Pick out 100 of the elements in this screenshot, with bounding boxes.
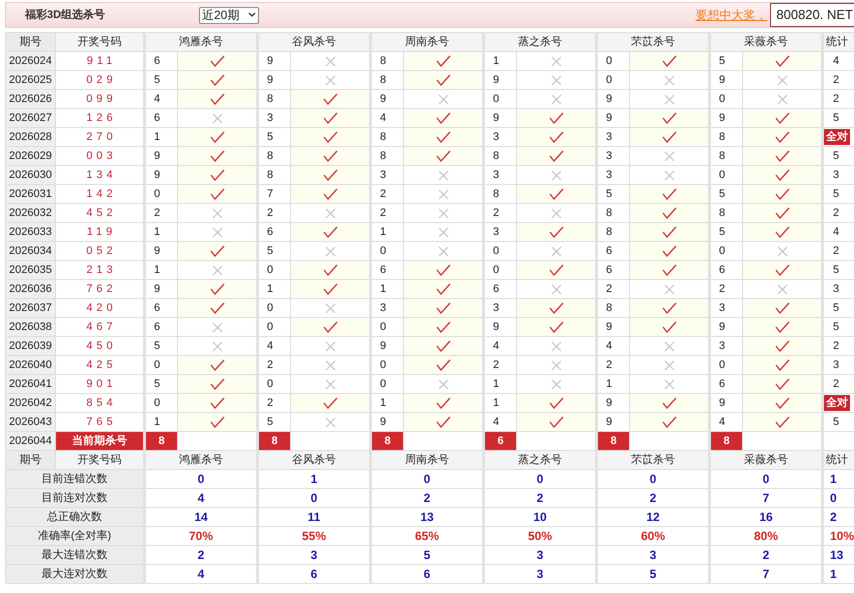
period-cell: 2026030 xyxy=(6,166,56,184)
stat-value: 2 xyxy=(710,546,822,564)
current-kill-number: 8 xyxy=(710,432,742,450)
stat-value: 1 xyxy=(258,470,370,488)
stat-value: 2 xyxy=(832,72,840,88)
stat-value: 3 xyxy=(832,358,840,373)
stat-value: 13 xyxy=(370,508,484,526)
stat-value: 2 xyxy=(484,488,596,508)
column-header: 芣苡杀号 xyxy=(596,32,710,52)
stat-value: 50% xyxy=(484,526,596,546)
current-kill-number: 6 xyxy=(484,432,516,450)
stat-value: 0 xyxy=(484,470,596,488)
column-header: 统计 xyxy=(822,450,854,470)
stat-value: 7 xyxy=(710,564,822,584)
stat-value: 10% xyxy=(822,526,854,546)
column-header: 鸿雁杀号 xyxy=(144,450,258,470)
column-header: 开奖号码 xyxy=(56,32,144,52)
stat-value: 2 xyxy=(832,244,840,259)
period-cell: 2026043 xyxy=(6,412,56,432)
column-header: 周南杀号 xyxy=(370,450,484,470)
stat-value: 3 xyxy=(832,168,840,183)
stat-value: 7 xyxy=(710,488,822,508)
period-cell: 2026033 xyxy=(6,222,56,242)
column-header: 谷风杀号 xyxy=(258,450,370,470)
stat-value: 0 xyxy=(144,470,258,488)
stat-value: 80% xyxy=(710,526,822,546)
stat-value: 3 xyxy=(832,282,840,297)
column-header: 期号 xyxy=(6,450,56,470)
stat-value: 6 xyxy=(370,564,484,584)
stat-value: 5 xyxy=(832,414,840,430)
stat-value: 0 xyxy=(258,488,370,508)
period-cell: 2026026 xyxy=(6,90,56,108)
current-kill-number: 8 xyxy=(144,432,178,450)
stat-value: 14 xyxy=(144,508,258,526)
period-cell: 2026040 xyxy=(6,356,56,374)
stat-value: 2 xyxy=(596,488,710,508)
period-cell: 2026029 xyxy=(6,146,56,166)
stat-value: 0 xyxy=(596,470,710,488)
stat-value: 2 xyxy=(832,376,840,392)
stat-value: 4 xyxy=(144,564,258,584)
stat-label: 总正确次数 xyxy=(6,508,144,526)
column-header: 鸿雁杀号 xyxy=(144,32,258,52)
stat-label: 目前连错次数 xyxy=(6,470,144,488)
column-header: 周南杀号 xyxy=(370,32,484,52)
period-cell: 2026031 xyxy=(6,184,56,204)
column-header: 蒸之杀号 xyxy=(484,32,596,52)
period-cell: 2026039 xyxy=(6,336,56,356)
period-cell: 2026035 xyxy=(6,260,56,280)
stat-value: 2 xyxy=(144,546,258,564)
stat-value: 5 xyxy=(832,320,840,335)
column-header: 采薇杀号 xyxy=(710,450,822,470)
site-badge: 800820. NET xyxy=(770,3,854,27)
caret-icon xyxy=(248,12,256,18)
stat-value: 0 xyxy=(710,470,822,488)
current-kill-number: 8 xyxy=(258,432,290,450)
current-kill-number: 8 xyxy=(596,432,630,450)
column-header: 蒸之杀号 xyxy=(484,450,596,470)
stat-value: 55% xyxy=(258,526,370,546)
stat-value: 1 xyxy=(822,564,854,584)
column-header: 芣苡杀号 xyxy=(596,450,710,470)
stat-value: 4 xyxy=(144,488,258,508)
stat-value: 2 xyxy=(832,206,840,221)
stat-value: 0 xyxy=(822,488,854,508)
stat-value: 5 xyxy=(832,110,840,126)
stat-label: 最大连对次数 xyxy=(6,564,144,584)
stat-label: 最大连错次数 xyxy=(6,546,144,564)
stat-label: 准确率(全对率) xyxy=(6,526,144,546)
stat-value: 5 xyxy=(596,564,710,584)
page-title: 福彩3D组选杀号 xyxy=(25,8,106,23)
stat-value: 0 xyxy=(370,470,484,488)
stat-value: 2 xyxy=(370,488,484,508)
current-kill-number: 8 xyxy=(370,432,404,450)
column-header: 期号 xyxy=(6,32,56,52)
stat-value: 2 xyxy=(822,508,854,526)
period-cell: 2026042 xyxy=(6,394,56,412)
current-kill-label: 当前期杀号 xyxy=(56,432,144,450)
range-select[interactable]: 近20期 xyxy=(199,6,259,24)
all-correct-badge: 全对 xyxy=(824,128,850,146)
stat-value: 16 xyxy=(710,508,822,526)
period-cell: 2026025 xyxy=(6,70,56,90)
period-cell: 2026028 xyxy=(6,128,56,146)
stat-value: 2 xyxy=(832,338,840,354)
stat-value: 6 xyxy=(258,564,370,584)
period-cell: 2026041 xyxy=(6,374,56,394)
period-cell: 2026032 xyxy=(6,204,56,222)
stat-value: 5 xyxy=(832,262,840,278)
period-cell: 2026038 xyxy=(6,318,56,336)
period-cell: 2026037 xyxy=(6,298,56,318)
all-correct-badge: 全对 xyxy=(824,394,850,412)
stat-value: 5 xyxy=(370,546,484,564)
stat-value: 5 xyxy=(832,186,840,202)
stat-value: 3 xyxy=(258,546,370,564)
stat-value: 12 xyxy=(596,508,710,526)
stat-value: 70% xyxy=(144,526,258,546)
column-header: 开奖号码 xyxy=(56,450,144,470)
period-cell: 2026044 xyxy=(6,432,56,450)
column-header: 谷风杀号 xyxy=(258,32,370,52)
stat-value: 5 xyxy=(832,300,840,316)
stat-value: 4 xyxy=(832,54,840,69)
stat-value: 2 xyxy=(832,92,840,107)
